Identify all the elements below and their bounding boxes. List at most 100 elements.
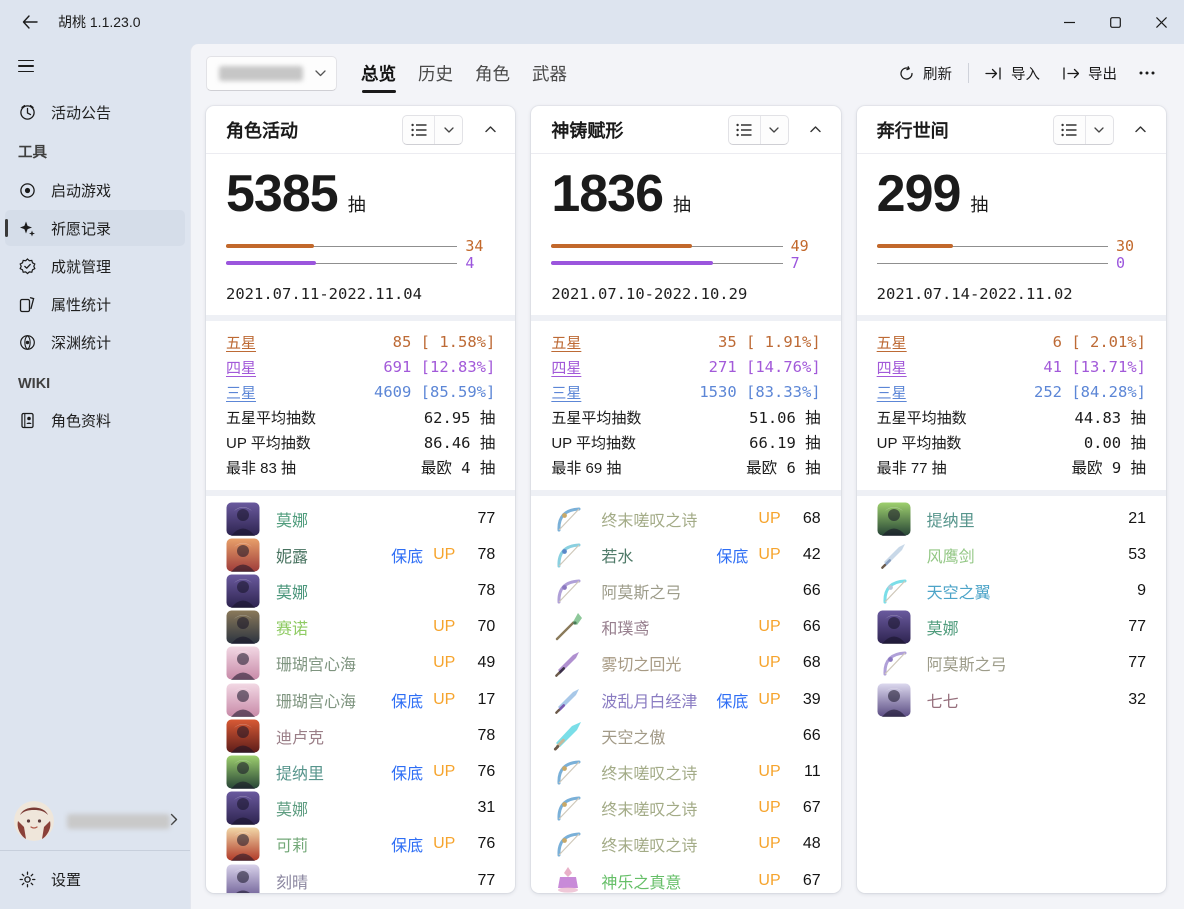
item-pull-count: 77 <box>469 872 495 890</box>
sidebar-bottom: 设置 <box>0 792 190 909</box>
item-pull-count: 76 <box>469 835 495 853</box>
stat-value: 66.19 抽 <box>749 431 821 453</box>
stat-label: 五星 <box>877 332 907 353</box>
list-item: 终末嗟叹之诗UP11 <box>551 754 820 790</box>
total-pulls-unit: 抽 <box>348 195 366 215</box>
stat-value: 691 [12.83%] <box>383 358 495 376</box>
stat-label: 五星平均抽数 <box>877 407 967 428</box>
user-account-row[interactable] <box>0 792 190 850</box>
tab-characters[interactable]: 角色 <box>464 52 521 94</box>
list-mode-split-button <box>402 115 463 145</box>
user-name-redacted <box>67 814 170 829</box>
item-pull-count: 39 <box>795 691 821 709</box>
list-view-button[interactable] <box>729 116 761 144</box>
item-pull-count: 53 <box>1120 546 1146 564</box>
sidebar-item-settings[interactable]: 设置 <box>5 857 185 901</box>
announcement-icon <box>18 103 36 121</box>
card-summary: 299抽3002021.07.14-2022.11.02 <box>857 154 1166 315</box>
stat-value: 最欧 6 抽 <box>746 456 821 478</box>
guarantee-badge: 保底 <box>391 760 423 784</box>
item-pull-count: 9 <box>1120 582 1146 600</box>
item-name: 终末嗟叹之诗 <box>601 796 697 820</box>
stat-row: 五星平均抽数 44.83 抽 <box>877 405 1146 430</box>
stat-value: 最欧 9 抽 <box>1071 456 1146 478</box>
item-pull-count: 77 <box>1120 618 1146 636</box>
list-item: 终末嗟叹之诗UP68 <box>551 501 820 537</box>
guarantee-badge: 保底 <box>716 543 748 567</box>
list-mode-dropdown-button[interactable] <box>435 116 462 144</box>
refresh-label: 刷新 <box>923 63 952 84</box>
stat-value: 44.83 抽 <box>1074 406 1146 428</box>
stat-value: 252 [84.28%] <box>1034 383 1146 401</box>
stat-label: 四星 <box>551 357 581 378</box>
collapse-card-button[interactable] <box>801 115 831 145</box>
tab-overview[interactable]: 总览 <box>350 52 407 94</box>
list-mode-dropdown-button[interactable] <box>1086 116 1113 144</box>
abyss-stats-icon <box>18 333 36 351</box>
stat-row: 最非 83 抽最欧 4 抽 <box>226 455 495 480</box>
more-button[interactable] <box>1128 56 1166 90</box>
up-badge: UP <box>433 654 455 672</box>
back-button[interactable] <box>14 7 46 37</box>
import-button[interactable]: 导入 <box>974 56 1051 90</box>
window-controls <box>1046 0 1184 44</box>
character-avatar-icon <box>226 719 260 753</box>
up-badge: UP <box>433 618 455 636</box>
sidebar-item-launch-game[interactable]: 启动游戏 <box>5 172 185 208</box>
list-item: 莫娜31 <box>226 790 495 826</box>
character-avatar-icon <box>226 538 260 572</box>
guarantee-badge: 保底 <box>391 688 423 712</box>
sidebar-item-property-stats[interactable]: 属性统计 <box>5 286 185 322</box>
list-mode-dropdown-button[interactable] <box>761 116 788 144</box>
item-pull-count: 31 <box>469 799 495 817</box>
stat-label: 五星 <box>226 332 256 353</box>
collapse-card-button[interactable] <box>475 115 505 145</box>
item-name: 迪卢克 <box>276 724 324 748</box>
guarantee-badge: 保底 <box>391 543 423 567</box>
up-badge: UP <box>433 763 455 781</box>
chevron-down-icon <box>444 127 454 133</box>
tab-weapons[interactable]: 武器 <box>521 52 578 94</box>
tab-history[interactable]: 历史 <box>407 52 464 94</box>
sidebar-item-label: 角色资料 <box>51 410 111 431</box>
achievement-icon <box>18 257 36 275</box>
stat-row: 三星1530 [83.33%] <box>551 380 820 405</box>
list-view-button[interactable] <box>1054 116 1086 144</box>
pity-count: 30 <box>1116 237 1146 255</box>
minimize-button[interactable] <box>1046 0 1092 44</box>
up-badge: UP <box>433 835 455 853</box>
list-item: 若水保底UP42 <box>551 537 820 573</box>
item-pull-count: 11 <box>795 763 821 781</box>
pity-progress-group: 300 <box>877 238 1146 272</box>
pity-count: 4 <box>465 254 495 272</box>
stat-label: 四星 <box>877 357 907 378</box>
sidebar-item-announcements[interactable]: 活动公告 <box>5 94 185 130</box>
up-badge: UP <box>758 691 780 709</box>
character-avatar-icon <box>226 827 260 861</box>
close-button[interactable] <box>1138 0 1184 44</box>
item-name: 赛诺 <box>276 615 308 639</box>
chevron-down-icon <box>1094 127 1104 133</box>
list-view-button[interactable] <box>403 116 435 144</box>
sidebar-item-character-wiki[interactable]: 角色资料 <box>5 402 185 438</box>
pity-track <box>226 244 457 248</box>
character-avatar-icon <box>226 755 260 789</box>
pity-count: 34 <box>465 237 495 255</box>
sidebar-item-wish-records[interactable]: 祈愿记录 <box>5 210 185 246</box>
stat-row: 五星35 [ 1.91%] <box>551 330 820 355</box>
stat-label: 四星 <box>226 357 256 378</box>
sidebar-item-achievements[interactable]: 成就管理 <box>5 248 185 284</box>
maximize-button[interactable] <box>1092 0 1138 44</box>
sidebar-item-abyss-stats[interactable]: 深渊统计 <box>5 324 185 360</box>
item-name: 珊瑚宫心海 <box>276 688 356 712</box>
character-avatar-icon <box>226 683 260 717</box>
collapse-card-button[interactable] <box>1126 115 1156 145</box>
export-button[interactable]: 导出 <box>1051 56 1128 90</box>
item-pull-count: 32 <box>1120 691 1146 709</box>
uid-selector[interactable] <box>206 56 337 91</box>
item-name: 雾切之回光 <box>601 651 681 675</box>
item-name: 神乐之真意 <box>601 869 681 893</box>
nav-menu-button[interactable] <box>10 50 46 82</box>
weapon-catalyst-icon <box>551 864 585 893</box>
refresh-button[interactable]: 刷新 <box>888 56 963 90</box>
